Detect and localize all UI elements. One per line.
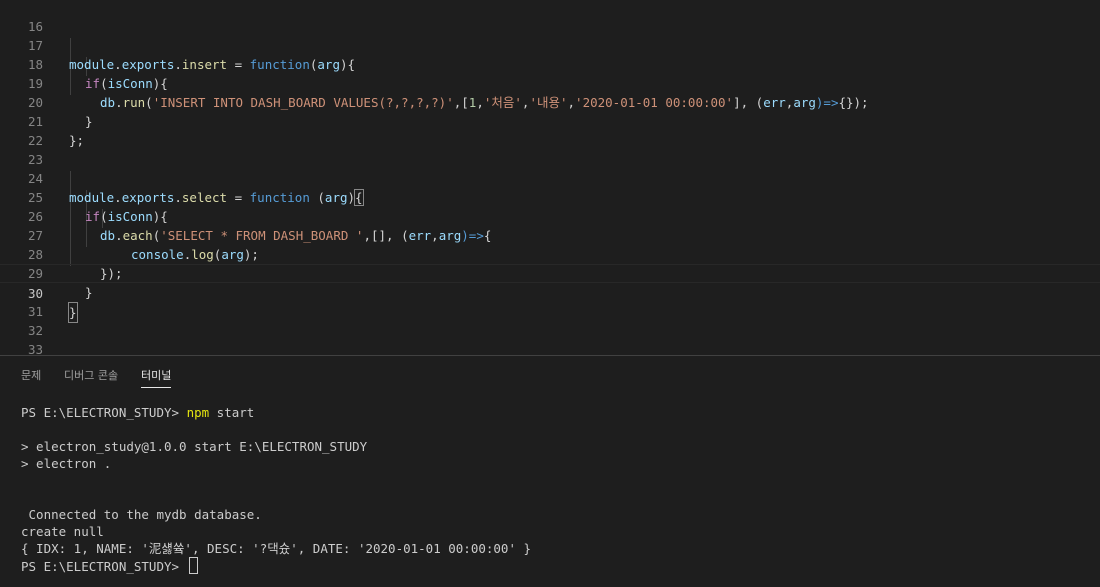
line-number: 33 xyxy=(27,342,43,355)
code-line[interactable]: 33 xyxy=(0,321,1100,355)
terminal-line: { IDX: 1, NAME: '泥섏쓬', DESC: '?댁슜', DATE… xyxy=(21,541,532,556)
code-line[interactable]: 23 xyxy=(0,131,1100,167)
terminal-line: create null xyxy=(21,524,104,539)
terminal-command-args: start xyxy=(209,405,255,420)
code-line[interactable]: 19 db.run('INSERT INTO DASH_BOARD VALUES… xyxy=(0,55,1100,110)
code-line[interactable]: 29 } xyxy=(0,245,1100,300)
terminal-line: > electron . xyxy=(21,456,112,471)
code-line[interactable]: 24 module.exports.select = function (arg… xyxy=(0,150,1100,206)
code-line-current[interactable]: 30 } xyxy=(0,264,1100,323)
tab-debug-console[interactable]: 디버그 콘솔 xyxy=(64,367,118,387)
terminal-command: npm xyxy=(186,405,210,420)
panel-tabs: 문제 디버그 콘솔 터미널 xyxy=(0,356,1100,392)
code-editor[interactable]: 16 17 module.exports.insert = function(a… xyxy=(0,0,1100,355)
terminal-line: Connected to the mydb database. xyxy=(21,507,262,522)
code-line[interactable]: 17 module.exports.insert = function(arg)… xyxy=(0,17,1100,72)
terminal-line: PS E:\ELECTRON_STUDY> npm start xyxy=(21,404,254,421)
code-line[interactable]: 18 if(isConn){ xyxy=(0,36,1100,91)
code-line[interactable]: 32 xyxy=(0,302,1100,338)
terminal-cursor xyxy=(188,557,198,574)
terminal-prompt: PS E:\ELECTRON_STUDY> xyxy=(21,405,187,420)
code-line[interactable]: 26 db.each('SELECT * FROM DASH_BOARD ',[… xyxy=(0,188,1100,243)
terminal-line: > electron_study@1.0.0 start E:\ELECTRON… xyxy=(21,439,368,454)
code-line[interactable]: 28 }); xyxy=(0,226,1100,281)
code-line[interactable]: 21 }; xyxy=(0,93,1100,148)
terminal-line: PS E:\ELECTRON_STUDY> xyxy=(21,557,198,574)
code-line[interactable]: 25 if(isConn){ xyxy=(0,169,1100,224)
tab-terminal[interactable]: 터미널 xyxy=(141,367,172,388)
code-line[interactable]: 27 console.log(arg); xyxy=(0,207,1100,262)
code-line[interactable]: 20 } xyxy=(0,74,1100,129)
bottom-panel: 문제 디버그 콘솔 터미널 PS E:\ELECTRON_STUDY> npm … xyxy=(0,355,1100,587)
terminal-prompt: PS E:\ELECTRON_STUDY> xyxy=(21,559,187,574)
code-line[interactable]: 22 xyxy=(0,112,1100,148)
code-line[interactable]: 16 xyxy=(0,0,1100,34)
tab-problems[interactable]: 문제 xyxy=(21,367,41,387)
code-line[interactable]: 31 xyxy=(0,283,1100,319)
